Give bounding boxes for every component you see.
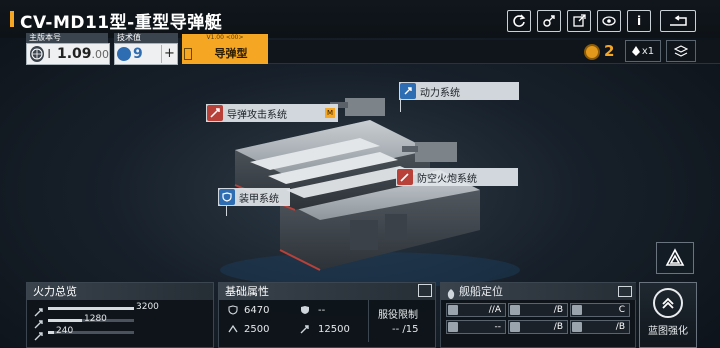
type-label: 导弹型	[214, 47, 248, 60]
callout-missile-tag: M	[325, 108, 335, 118]
tech-value-label: 技术值	[114, 33, 178, 43]
callout-power-label: 动力系统	[420, 87, 460, 99]
info-icon[interactable]: i	[627, 10, 651, 32]
main-version-field[interactable]: I 1.09 .00	[26, 43, 110, 65]
hp-value: 6470	[244, 305, 270, 316]
firepower-bar-fill	[48, 319, 82, 322]
chip-counter[interactable]: x1	[625, 40, 661, 62]
power-leader-line	[400, 100, 401, 112]
chip-icon	[631, 46, 640, 56]
callout-missile-system[interactable]: 导弹攻击系统 M	[206, 104, 338, 122]
share-icon[interactable]	[567, 10, 591, 32]
position-slot[interactable]: /B	[508, 320, 568, 334]
link-icon[interactable]	[537, 10, 561, 32]
speed-value: 2500	[244, 324, 270, 335]
positioning-title: 舰船定位	[459, 285, 503, 298]
ability-icon	[665, 248, 685, 266]
tech-value-field[interactable]: 9 +	[114, 43, 178, 65]
layer-button[interactable]	[666, 40, 696, 62]
tech-plus-button[interactable]: +	[161, 45, 177, 63]
callout-aa-label: 防空火炮系统	[417, 173, 477, 185]
upgrade-icon	[653, 288, 683, 318]
service-limit-label: 服役限制	[378, 310, 418, 321]
position-slot[interactable]: //A	[446, 303, 506, 317]
slot-icon	[510, 322, 520, 332]
slot-icon	[572, 305, 582, 315]
main-version-label: 主版本号	[26, 33, 108, 43]
firepower-row-icon-3	[34, 326, 44, 345]
slot-value: C	[618, 305, 625, 315]
page-title: CV-MD11型-重型导弹艇	[20, 13, 223, 33]
speed-icon	[228, 324, 238, 337]
ability-button[interactable]	[656, 242, 694, 274]
slot-icon	[572, 322, 582, 332]
card-icon[interactable]	[618, 286, 632, 297]
back-icon[interactable]	[660, 10, 696, 32]
title-accent	[10, 11, 14, 27]
main-version-index: I	[47, 47, 51, 61]
position-slot[interactable]: --	[446, 320, 506, 334]
globe-icon	[30, 46, 45, 62]
attributes-title: 基础属性	[219, 283, 435, 300]
range-icon	[300, 324, 310, 337]
main-version-value: 1.09	[56, 46, 92, 62]
aa-gun-icon	[397, 169, 413, 185]
range-value: 12500	[318, 324, 350, 335]
firepower-value: 3200	[136, 302, 159, 312]
slot-icon	[510, 305, 520, 315]
gear-icon	[117, 47, 131, 61]
firepower-bar-fill	[48, 307, 134, 310]
position-slot[interactable]: C	[570, 303, 630, 317]
defense-icon	[300, 305, 310, 318]
callout-missile-label: 导弹攻击系统	[227, 109, 287, 121]
firepower-value: 1280	[84, 314, 107, 324]
service-limit-value: -- /15	[392, 324, 419, 335]
firepower-panel: 火力总览	[26, 282, 214, 348]
callout-power-system[interactable]: 动力系统	[399, 82, 519, 100]
missile-icon	[207, 105, 223, 121]
position-slot[interactable]: /B	[570, 320, 630, 334]
position-slot[interactable]: /B	[508, 303, 568, 317]
firepower-title: 火力总览	[27, 283, 213, 300]
slot-value: /B	[553, 322, 563, 332]
position-icon	[446, 285, 456, 304]
hp-icon	[228, 305, 238, 318]
callout-armor-system[interactable]: 装甲系统	[218, 188, 290, 206]
view-icon[interactable]	[597, 10, 621, 32]
callout-aa-system[interactable]: 防空火炮系统	[396, 168, 518, 186]
shield-icon	[219, 189, 235, 205]
layers-icon	[674, 45, 688, 57]
medal-count: 2	[604, 42, 615, 60]
refresh-icon[interactable]	[507, 10, 531, 32]
defense-value: --	[318, 305, 326, 316]
blueprint-enhance-label: 蓝图强化	[648, 326, 688, 337]
armor-leader-line	[226, 206, 227, 216]
slot-value: /B	[615, 322, 625, 332]
firepower-value: 240	[56, 326, 74, 336]
slot-value: --	[494, 322, 502, 332]
slot-value: //A	[488, 305, 501, 315]
copy-icon[interactable]	[418, 284, 432, 297]
slot-icon	[448, 305, 458, 315]
attributes-divider	[368, 300, 369, 342]
callout-armor-label: 装甲系统	[239, 193, 279, 205]
medal-icon	[584, 44, 600, 60]
main-version-suffix: .00	[91, 47, 110, 61]
chip-count: x1	[641, 45, 655, 57]
tech-value: 9	[133, 46, 143, 62]
type-corner-icon	[184, 48, 192, 60]
firepower-bar-fill	[48, 331, 54, 334]
slot-icon	[448, 322, 458, 332]
power-icon	[400, 83, 416, 99]
version-tag: V1.00 <00>	[206, 34, 244, 41]
slot-value: /B	[553, 305, 563, 315]
